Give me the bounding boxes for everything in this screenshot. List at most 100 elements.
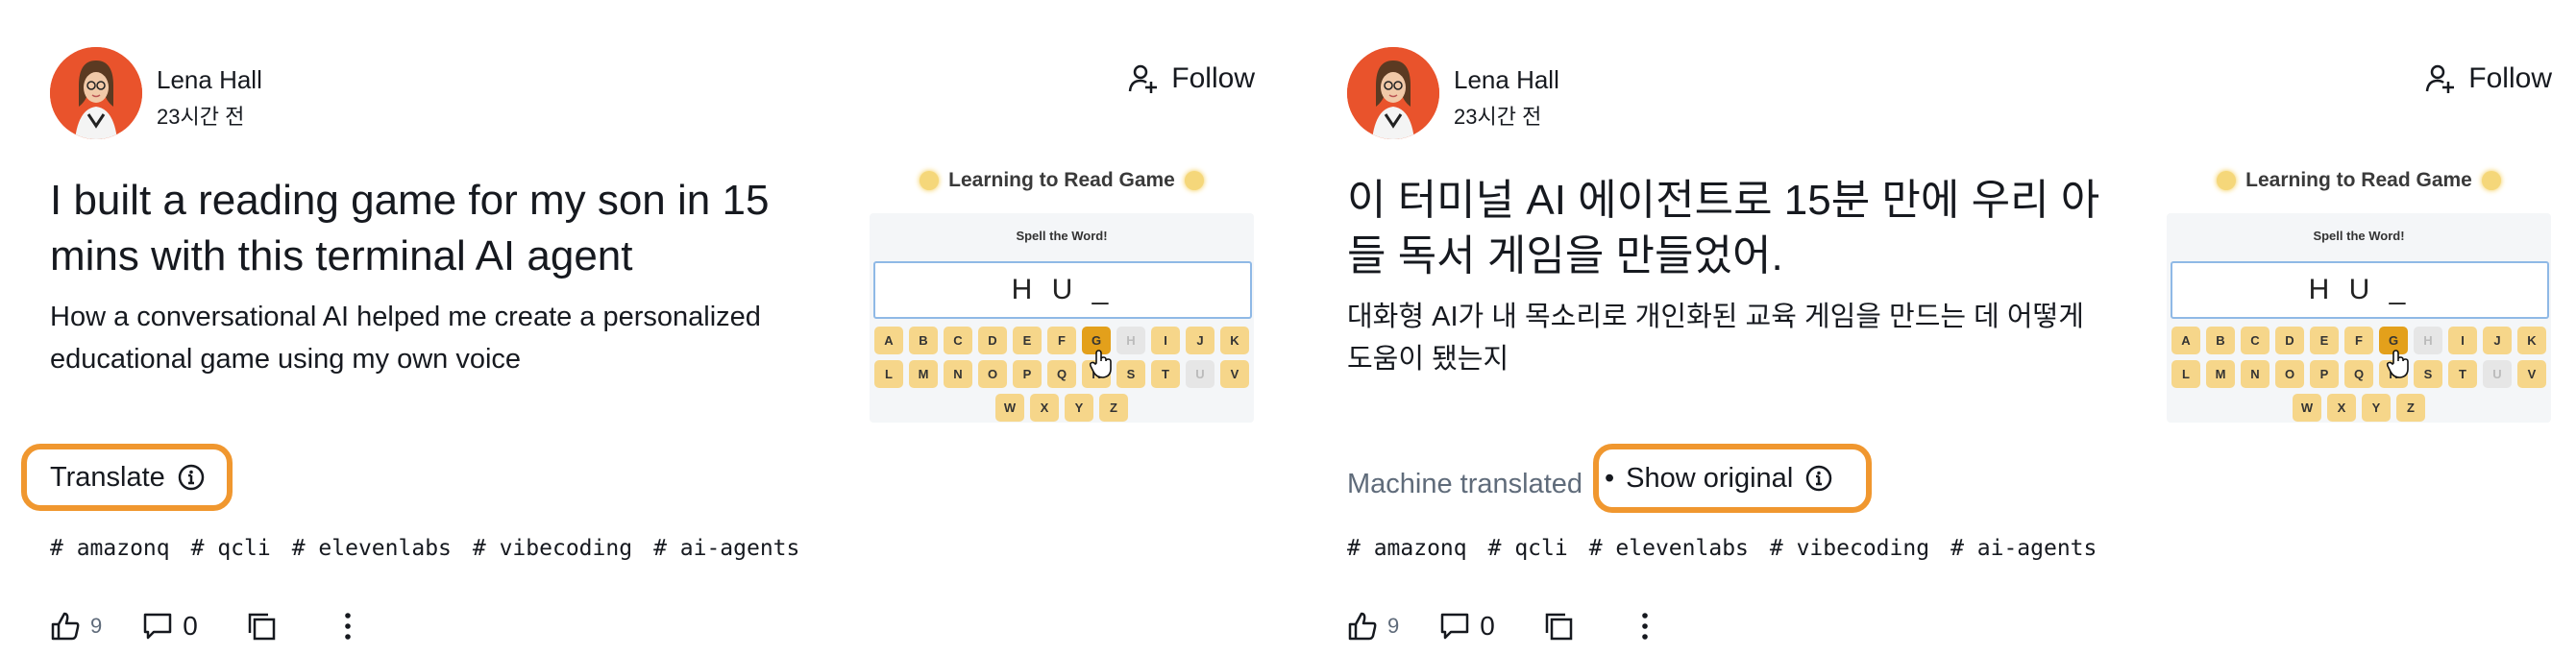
post-card-translated: Lena Hall 23시간 전 Follow 이 터미널 AI 에이전트로 1… bbox=[1297, 0, 2576, 655]
follow-button[interactable]: Follow bbox=[2422, 61, 2552, 96]
author-name[interactable]: Lena Hall bbox=[1454, 65, 1559, 95]
letter-key: P bbox=[2310, 360, 2339, 388]
tag[interactable]: # ai-agents bbox=[1950, 536, 2097, 561]
post-thumbnail[interactable]: Learning to Read Game Spell the Word! H … bbox=[870, 163, 1254, 423]
keyboard-row: WXYZ bbox=[2167, 394, 2551, 422]
post-actions: 9 0 bbox=[50, 611, 363, 642]
letter-key: B bbox=[2206, 327, 2235, 354]
letter-key: X bbox=[1030, 394, 1059, 422]
tag[interactable]: # elevenlabs bbox=[292, 536, 452, 561]
letter-key: K bbox=[1220, 327, 1249, 354]
comment-count: 0 bbox=[1480, 611, 1495, 641]
follow-button[interactable]: Follow bbox=[1125, 61, 1255, 96]
tag[interactable]: # qcli bbox=[191, 536, 271, 561]
more-options-button[interactable] bbox=[1630, 611, 1660, 642]
separator-dot: • bbox=[1605, 462, 1615, 494]
like-button[interactable]: 9 bbox=[1347, 611, 1399, 642]
tag[interactable]: # vibecoding bbox=[473, 536, 632, 561]
more-icon bbox=[1642, 613, 1648, 640]
tag[interactable]: # qcli bbox=[1488, 536, 1568, 561]
letter-key: C bbox=[944, 327, 972, 354]
letter-key: E bbox=[1013, 327, 1042, 354]
post-thumbnail[interactable]: Learning to Read Game Spell the Word! H … bbox=[2167, 163, 2551, 423]
letter-key: Q bbox=[2344, 360, 2373, 388]
author-name[interactable]: Lena Hall bbox=[157, 65, 262, 95]
letter-key: O bbox=[978, 360, 1007, 388]
comment-icon bbox=[144, 613, 172, 640]
letter-key: H bbox=[2414, 327, 2442, 354]
letter-key: N bbox=[944, 360, 972, 388]
tag[interactable]: # amazonq bbox=[1347, 536, 1467, 561]
post-subtitle: How a conversational AI helped me create… bbox=[50, 302, 761, 375]
tag[interactable]: # elevenlabs bbox=[1589, 536, 1749, 561]
keyboard-row: ABCDEFGHIJK bbox=[2167, 327, 2551, 354]
like-icon bbox=[1348, 612, 1377, 641]
comment-button[interactable]: 0 bbox=[142, 611, 198, 642]
letter-key: A bbox=[2171, 327, 2200, 354]
copy-button[interactable] bbox=[1543, 611, 1574, 642]
keyboard-row: LMNOPQRSTUV bbox=[2167, 360, 2551, 388]
letter-key: U bbox=[1186, 360, 1214, 388]
follow-user-icon bbox=[2426, 64, 2455, 93]
letter-key: O bbox=[2275, 360, 2304, 388]
author-avatar[interactable] bbox=[1347, 47, 1439, 139]
machine-translated-label: Machine translated bbox=[1347, 469, 1583, 499]
post-actions: 9 0 bbox=[1347, 611, 1660, 642]
letter-key: Q bbox=[1047, 360, 1076, 388]
comment-count: 0 bbox=[183, 611, 198, 641]
game-keyboard: ABCDEFGHIJK LMNOPQRSTUV WXYZ bbox=[870, 327, 1254, 427]
tag[interactable]: # amazonq bbox=[50, 536, 170, 561]
info-icon[interactable] bbox=[1804, 464, 1833, 493]
game-word-box: H U _ bbox=[2171, 261, 2549, 319]
translate-button[interactable]: Translate bbox=[21, 444, 233, 511]
letter-key: L bbox=[874, 360, 903, 388]
letter-key: F bbox=[1047, 327, 1076, 354]
more-options-button[interactable] bbox=[332, 611, 363, 642]
keyboard-row: ABCDEFGHIJK bbox=[870, 327, 1254, 354]
pointer-hand-icon bbox=[1089, 350, 1112, 378]
post-subtitle: 대화형 AI가 내 목소리로 개인화된 교육 게임을 만드는 데 어떻게 도움이… bbox=[1347, 302, 2084, 375]
letter-key: M bbox=[2206, 360, 2235, 388]
letter-key: L bbox=[2171, 360, 2200, 388]
show-original-button[interactable]: • Show original bbox=[1593, 444, 1872, 513]
lightbulb-icon bbox=[2217, 171, 2237, 190]
keyboard-row: LMNOPQRSTUV bbox=[870, 360, 1254, 388]
letter-key: C bbox=[2241, 327, 2269, 354]
letter-key: Y bbox=[2362, 394, 2391, 422]
copy-button[interactable] bbox=[246, 611, 277, 642]
game-title: Learning to Read Game bbox=[2245, 169, 2472, 191]
letter-key: F bbox=[2344, 327, 2373, 354]
more-icon bbox=[345, 613, 351, 640]
game-title: Learning to Read Game bbox=[948, 169, 1175, 191]
author-avatar[interactable] bbox=[50, 47, 142, 139]
comment-button[interactable]: 0 bbox=[1439, 611, 1495, 642]
letter-key: P bbox=[1013, 360, 1042, 388]
letter-key: B bbox=[909, 327, 938, 354]
lightbulb-icon bbox=[920, 171, 940, 190]
letter-key: I bbox=[1151, 327, 1180, 354]
like-button[interactable]: 9 bbox=[50, 611, 102, 642]
post-card-original: Lena Hall 23시간 전 Follow I built a readin… bbox=[0, 0, 1288, 655]
pointer-hand-icon bbox=[2386, 350, 2409, 378]
post-title[interactable]: I built a reading game for my son in 15 … bbox=[50, 173, 809, 284]
letter-key: Z bbox=[2396, 394, 2425, 422]
post-time: 23시간 전 bbox=[1454, 105, 1542, 129]
like-icon bbox=[51, 612, 80, 641]
game-keyboard: ABCDEFGHIJK LMNOPQRSTUV WXYZ bbox=[2167, 327, 2551, 427]
info-icon[interactable] bbox=[177, 463, 206, 492]
letter-key: N bbox=[2241, 360, 2269, 388]
lightbulb-icon bbox=[1184, 171, 1204, 190]
post-title[interactable]: 이 터미널 AI 에이전트로 15분 만에 우리 아들 독서 게임을 만들었어. bbox=[1347, 173, 2106, 284]
letter-key: W bbox=[995, 394, 1024, 422]
translate-label: Translate bbox=[50, 461, 165, 493]
letter-key: E bbox=[2310, 327, 2339, 354]
tag[interactable]: # ai-agents bbox=[653, 536, 799, 561]
letter-key: D bbox=[2275, 327, 2304, 354]
copy-icon bbox=[1545, 613, 1573, 641]
lightbulb-icon bbox=[2481, 171, 2501, 190]
tag[interactable]: # vibecoding bbox=[1770, 536, 1929, 561]
letter-key: K bbox=[2517, 327, 2546, 354]
comment-icon bbox=[1441, 613, 1469, 640]
letter-key: T bbox=[2448, 360, 2477, 388]
letter-key: V bbox=[1220, 360, 1249, 388]
